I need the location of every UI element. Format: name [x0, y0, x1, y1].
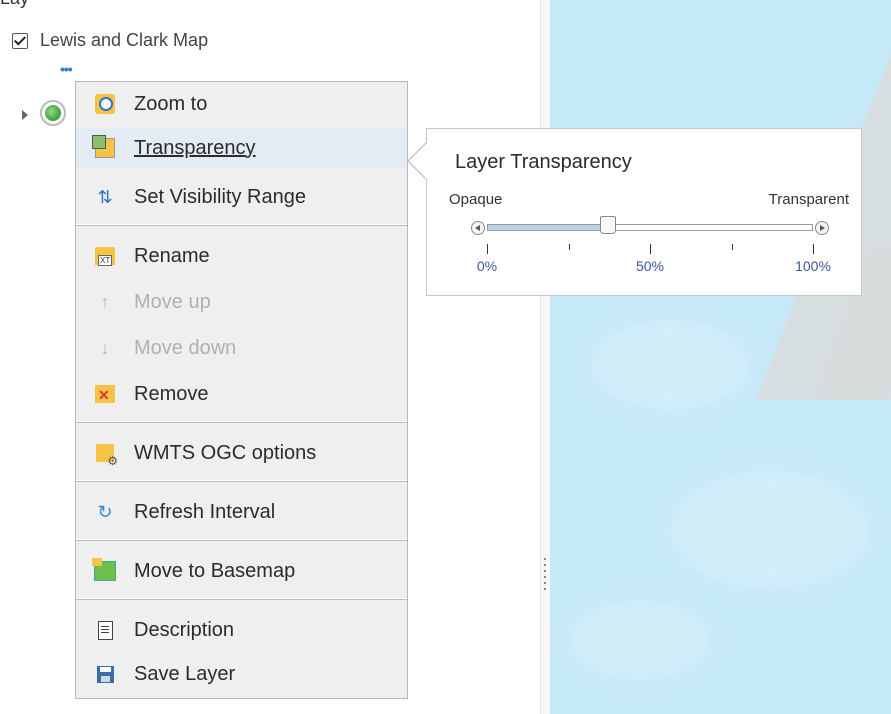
transparency-popup: Layer Transparency Opaque Transparent 0%…: [426, 128, 862, 296]
menu-item-move-down: ↓ Move down: [76, 328, 407, 368]
slider-decrease-button[interactable]: [471, 221, 485, 235]
menu-separator: [76, 539, 407, 541]
description-icon: [94, 619, 116, 641]
menu-item-label: Zoom to: [134, 92, 208, 115]
slider-tick: [731, 244, 733, 250]
slider-tick: [650, 244, 651, 254]
save-icon: [94, 663, 116, 685]
menu-item-refresh-interval[interactable]: ↻ Refresh Interval: [76, 492, 407, 532]
menu-item-label: Refresh Interval: [134, 500, 276, 523]
menu-item-label: Move up: [134, 290, 211, 313]
slider-tick-label: 0%: [476, 258, 498, 274]
transparency-slider-handle[interactable]: [599, 216, 616, 234]
menu-item-wmts-options[interactable]: WMTS OGC options: [76, 433, 407, 473]
menu-separator: [76, 598, 407, 600]
refresh-icon: ↻: [97, 501, 113, 522]
layer-context-menu: Zoom to Transparency ⇅ Set Visibility Ra…: [75, 81, 408, 699]
menu-item-move-to-basemap[interactable]: Move to Basemap: [76, 551, 407, 591]
menu-item-label: Remove: [134, 382, 209, 405]
globe-icon: [40, 100, 66, 126]
menu-item-remove[interactable]: Remove: [76, 374, 407, 414]
menu-separator: [76, 224, 407, 226]
menu-item-label: Set Visibility Range: [134, 185, 306, 208]
map-texture: [670, 470, 870, 590]
popup-arrow-fill: [409, 142, 428, 180]
menu-item-label: WMTS OGC options: [134, 441, 317, 464]
menu-item-label: Description: [134, 618, 235, 641]
expand-caret-icon[interactable]: [22, 110, 28, 120]
wmts-options-icon: [94, 442, 118, 468]
move-to-basemap-icon: [92, 558, 116, 582]
visibility-range-icon: ⇅: [97, 186, 113, 207]
transparency-icon: [92, 135, 116, 159]
menu-item-label: Move to Basemap: [134, 559, 296, 582]
slider-tick: [568, 244, 570, 250]
menu-item-visibility-range[interactable]: ⇅ Set Visibility Range: [76, 177, 407, 217]
zoom-to-icon: [94, 93, 116, 115]
remove-icon: [94, 383, 116, 405]
slider-tick-label: 50%: [635, 258, 665, 274]
menu-item-rename[interactable]: Rename: [76, 236, 407, 276]
map-texture: [570, 600, 710, 680]
layer-name: Lewis and Clark Map: [40, 30, 209, 50]
layer-visibility-checkbox[interactable]: [12, 32, 28, 49]
menu-item-label: Save Layer: [134, 662, 236, 685]
menu-item-label: Transparency: [134, 136, 256, 159]
layer-options-button[interactable]: •••: [60, 62, 73, 76]
menu-separator: [76, 480, 407, 482]
transparency-slider-track[interactable]: [487, 224, 813, 231]
slider-fill: [488, 225, 609, 230]
splitter-grip-icon[interactable]: [544, 558, 546, 590]
slider-tick-label: 100%: [795, 258, 831, 274]
arrow-up-icon: ↑: [100, 291, 110, 312]
arrow-down-icon: ↓: [100, 337, 110, 358]
popup-title: Layer Transparency: [455, 151, 632, 173]
map-texture: [590, 320, 750, 410]
menu-item-save-layer[interactable]: Save Layer: [76, 654, 407, 694]
slider-min-label: Opaque: [449, 191, 503, 208]
menu-separator: [76, 421, 407, 423]
menu-item-label: Move down: [134, 336, 237, 359]
layer-row[interactable]: Lewis and Clark Map: [12, 30, 208, 51]
slider-max-label: Transparent: [768, 191, 849, 208]
menu-item-zoom-to[interactable]: Zoom to: [76, 84, 407, 124]
slider-tick: [487, 244, 488, 254]
menu-item-transparency[interactable]: Transparency: [76, 128, 407, 168]
menu-item-move-up: ↑ Move up: [76, 282, 407, 322]
rename-icon: [94, 245, 116, 267]
menu-item-label: Rename: [134, 244, 210, 267]
slider-increase-button[interactable]: [815, 221, 829, 235]
slider-tick: [813, 244, 814, 254]
map-view[interactable]: [550, 0, 891, 714]
menu-item-description[interactable]: Description: [76, 610, 407, 650]
panel-header-fragment: Lay: [0, 0, 29, 9]
